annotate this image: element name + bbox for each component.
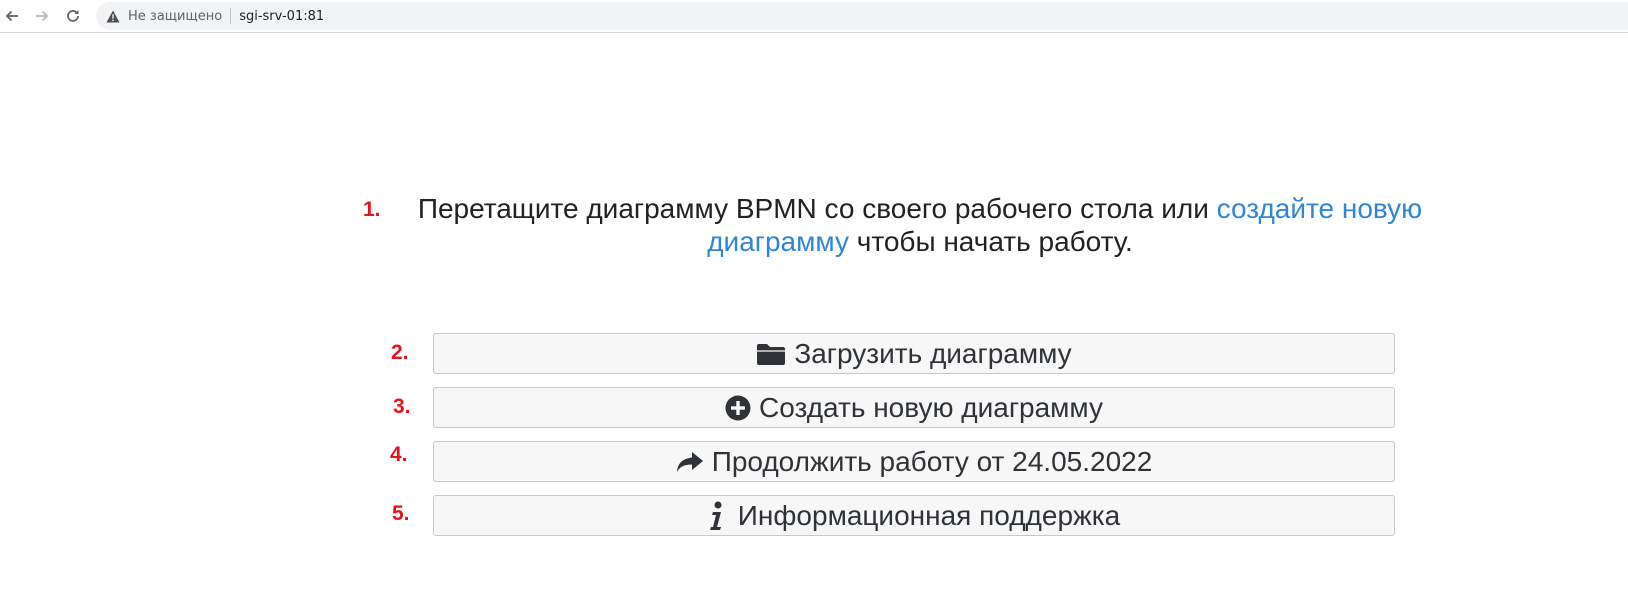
security-status[interactable]: Не защищено (128, 9, 222, 24)
plus-circle-icon (725, 395, 751, 421)
marker-1: 1. (363, 198, 381, 221)
share-arrow-icon (676, 451, 704, 473)
browser-toolbar: Не защищено sgi-srv-01:81 (0, 0, 1628, 33)
info-support-button[interactable]: Информационная поддержка (433, 495, 1395, 536)
info-icon (708, 501, 724, 531)
marker-5: 5. (392, 502, 410, 525)
intro-text-before: Перетащите диаграмму BPMN со своего рабо… (417, 193, 1217, 224)
reload-button[interactable] (61, 4, 85, 28)
forward-button[interactable] (30, 4, 54, 28)
marker-3: 3. (393, 395, 411, 418)
intro-text: Перетащите диаграмму BPMN со своего рабо… (390, 192, 1450, 258)
back-arrow-icon (4, 8, 20, 24)
warning-icon[interactable] (106, 9, 120, 23)
create-diagram-label: Создать новую диаграмму (759, 391, 1103, 423)
open-diagram-label: Загрузить диаграмму (794, 337, 1072, 369)
intro-text-after: чтобы начать работу. (848, 226, 1133, 257)
info-support-label: Информационная поддержка (737, 499, 1121, 531)
folder-icon (756, 342, 786, 366)
reload-icon (65, 8, 81, 24)
marker-4: 4. (390, 443, 408, 466)
address-bar[interactable]: Не защищено sgi-srv-01:81 (96, 2, 1628, 30)
continue-work-button[interactable]: Продолжить работу от 24.05.2022 (433, 441, 1395, 482)
url-text[interactable]: sgi-srv-01:81 (239, 9, 324, 24)
continue-work-label: Продолжить работу от 24.05.2022 (711, 445, 1153, 477)
marker-2: 2. (391, 341, 409, 364)
open-diagram-button[interactable]: Загрузить диаграмму (433, 333, 1395, 374)
create-diagram-button[interactable]: Создать новую диаграмму (433, 387, 1395, 428)
back-button[interactable] (0, 4, 24, 28)
address-divider (230, 8, 232, 24)
forward-arrow-icon (34, 8, 50, 24)
